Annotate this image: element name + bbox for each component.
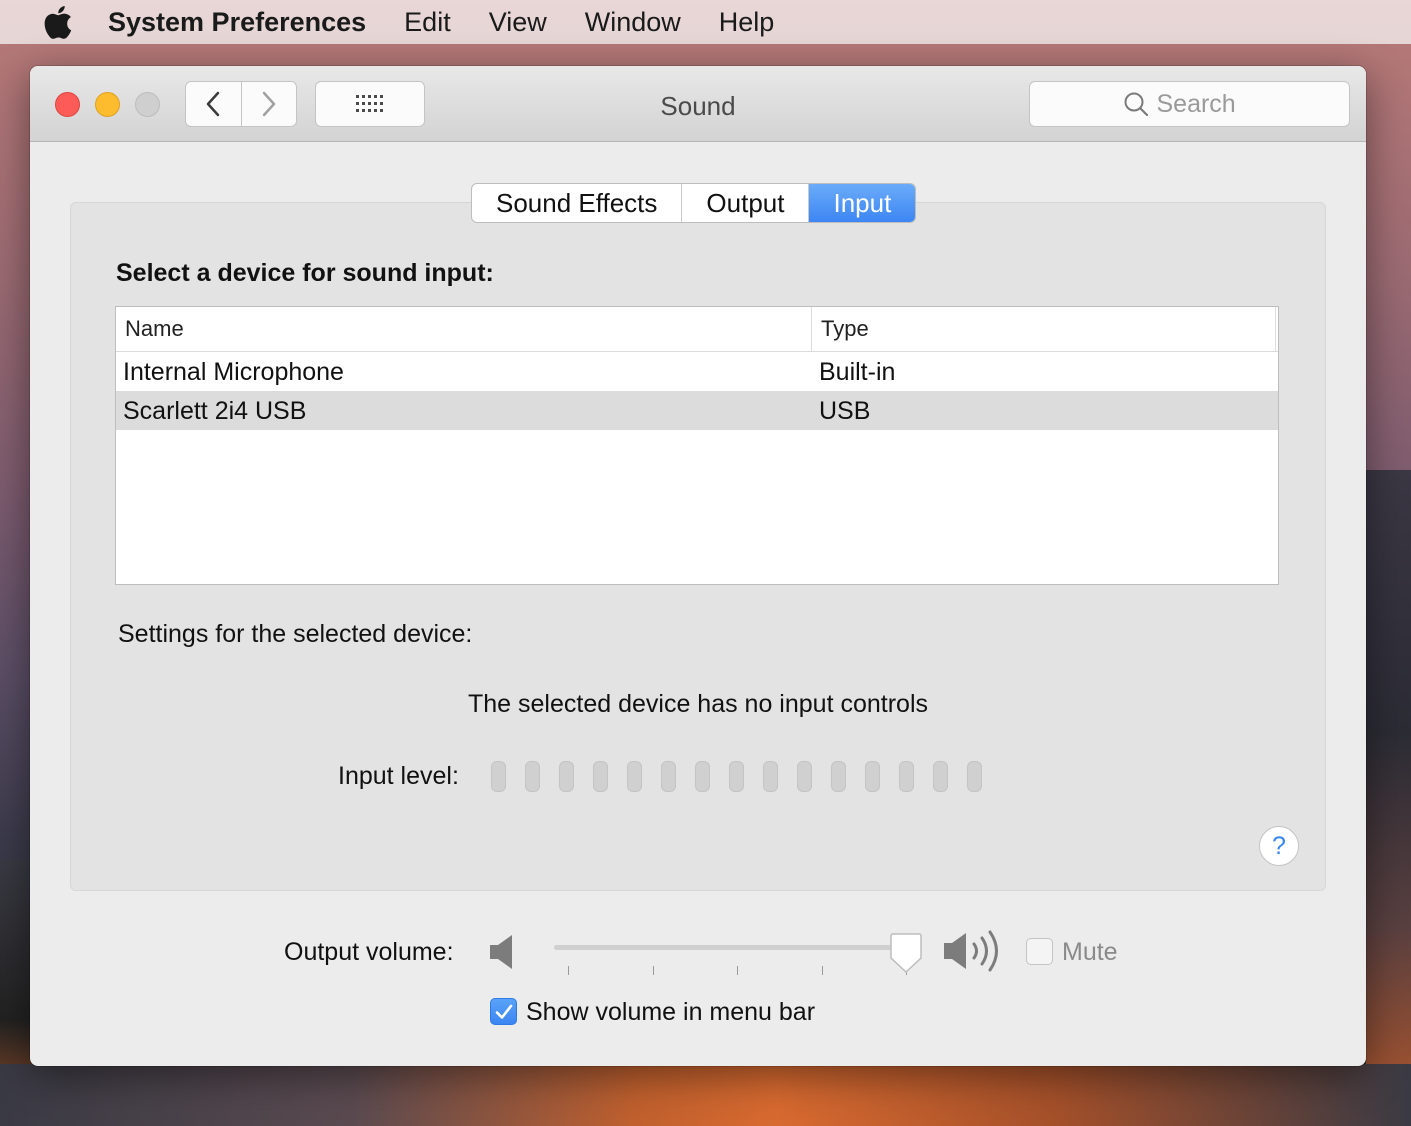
apple-menu-icon[interactable] [38, 0, 78, 44]
grid-icon [356, 95, 383, 112]
input-level-segment [763, 761, 778, 792]
back-button[interactable] [186, 82, 241, 126]
device-section-title: Select a device for sound input: [116, 259, 494, 287]
checkmark-icon [495, 1004, 512, 1019]
slider-tick [822, 966, 823, 975]
tab-input[interactable]: Input [808, 184, 916, 222]
input-level-segment [865, 761, 880, 792]
input-level-segment [593, 761, 608, 792]
chevron-right-icon [262, 91, 276, 117]
desktop-wallpaper-bottom [0, 1064, 1411, 1126]
menu-edit[interactable]: Edit [404, 7, 451, 38]
table-row[interactable]: Internal Microphone Built-in [116, 352, 1278, 391]
input-level-segment [695, 761, 710, 792]
tab-bar: Sound Effects Output Input [471, 183, 917, 223]
input-level-label: Input level: [338, 762, 459, 790]
menu-window[interactable]: Window [585, 7, 681, 38]
input-level-segment [831, 761, 846, 792]
sound-preferences-window: Sound Sound Effects Output Input Select … [30, 66, 1366, 1066]
menu-view[interactable]: View [489, 7, 547, 38]
device-type: USB [819, 397, 871, 425]
device-type: Built-in [819, 358, 896, 386]
search-field[interactable] [1029, 81, 1350, 127]
input-level-segment [661, 761, 676, 792]
show-volume-label: Show volume in menu bar [526, 998, 816, 1026]
slider-tick [568, 966, 569, 975]
table-row[interactable]: Scarlett 2i4 USB USB [116, 391, 1278, 430]
speaker-low-icon [488, 932, 518, 977]
column-header-type[interactable]: Type [812, 307, 1276, 351]
output-volume-label: Output volume: [284, 938, 454, 966]
desktop-wallpaper-right [1366, 470, 1411, 1126]
column-header-name[interactable]: Name [116, 307, 812, 351]
close-button[interactable] [55, 92, 80, 117]
input-level-segment [729, 761, 744, 792]
input-level-segment [627, 761, 642, 792]
input-level-segment [797, 761, 812, 792]
tab-output[interactable]: Output [681, 184, 808, 222]
output-volume-slider[interactable] [554, 945, 906, 950]
help-button[interactable]: ? [1259, 826, 1299, 866]
zoom-button [135, 92, 160, 117]
slider-tick [653, 966, 654, 975]
chevron-left-icon [207, 91, 220, 117]
speaker-high-icon [942, 928, 1008, 979]
slider-tick [737, 966, 738, 975]
settings-label: Settings for the selected device: [118, 620, 473, 648]
slider-ticks [554, 966, 907, 976]
search-icon [1124, 92, 1148, 117]
input-level-segment [933, 761, 948, 792]
window-titlebar: Sound [30, 66, 1366, 142]
show-all-button[interactable] [315, 81, 425, 127]
menu-app-name[interactable]: System Preferences [108, 7, 366, 38]
search-input[interactable] [1156, 89, 1257, 119]
show-volume-checkbox[interactable] [490, 998, 517, 1025]
menu-help[interactable]: Help [719, 7, 775, 38]
device-name: Internal Microphone [123, 358, 344, 386]
tab-sound-effects[interactable]: Sound Effects [472, 184, 681, 222]
menu-bar: System Preferences Edit View Window Help [0, 0, 1411, 44]
mute-label: Mute [1062, 938, 1118, 966]
input-level-segment [559, 761, 574, 792]
table-header: Name Type [116, 307, 1278, 352]
forward-button[interactable] [240, 82, 296, 126]
volume-slider-thumb[interactable] [889, 932, 923, 979]
minimize-button[interactable] [95, 92, 120, 117]
input-level-meter [491, 761, 1001, 792]
no-controls-message: The selected device has no input control… [468, 690, 928, 718]
device-name: Scarlett 2i4 USB [123, 397, 307, 425]
input-device-table: Name Type Internal Microphone Built-in S… [115, 306, 1279, 585]
input-level-segment [491, 761, 506, 792]
input-level-segment [899, 761, 914, 792]
mute-checkbox[interactable] [1026, 938, 1053, 965]
input-level-segment [967, 761, 982, 792]
back-forward-group [185, 81, 297, 127]
input-level-segment [525, 761, 540, 792]
